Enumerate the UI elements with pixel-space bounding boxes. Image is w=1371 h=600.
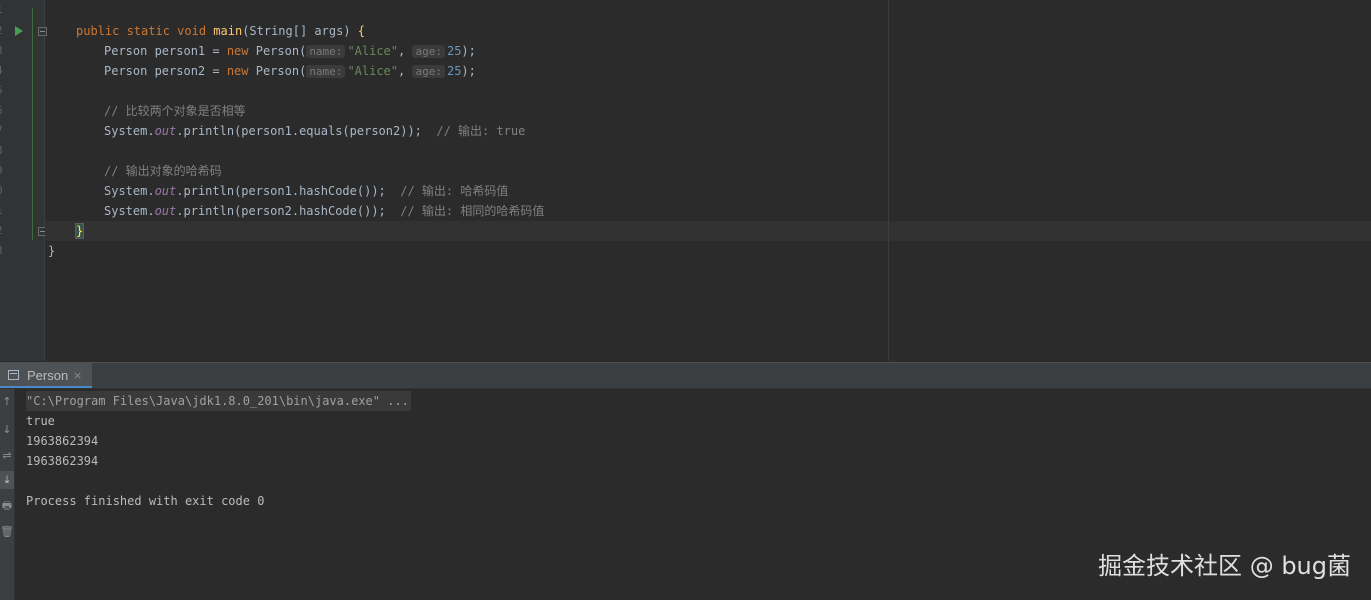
code-text: .println(person1.hashCode()); [176, 184, 401, 198]
keyword: new [226, 44, 256, 58]
number-literal: 25 [446, 44, 462, 58]
current-line-highlight [45, 221, 1371, 241]
comment: // 输出对象的哈希码 [104, 164, 222, 178]
code-editor[interactable]: 1 2 3 4 5 6 7 8 9 0 1 2 3 public static … [0, 0, 1371, 361]
comment: // 输出: 相同的哈希码值 [400, 204, 545, 218]
code-line-comment[interactable]: // 输出对象的哈希码 [104, 161, 222, 181]
code-text: Person( [255, 64, 307, 78]
console-output[interactable]: "C:\Program Files\Java\jdk1.8.0_201\bin\… [26, 391, 411, 511]
code-text: , [398, 44, 413, 58]
scroll-to-end-icon[interactable]: ⤓ [0, 471, 14, 489]
code-text: .println(person1.equals(person2)); [176, 124, 437, 138]
console-line: "C:\Program Files\Java\jdk1.8.0_201\bin\… [26, 391, 411, 411]
number-literal: 25 [446, 64, 462, 78]
code-text: , [398, 64, 413, 78]
param-hint: age: [412, 65, 445, 78]
line-number: 3 [0, 241, 10, 261]
code-line-person2[interactable]: Person person2 = new Person(name: "Alice"… [104, 61, 476, 81]
soft-wrap-icon[interactable]: ⇌ [0, 447, 14, 465]
line-number: 1 [0, 0, 10, 20]
fold-icon[interactable] [38, 27, 47, 36]
code-text: Person person1 = [104, 44, 227, 58]
string-literal: "Alice" [347, 44, 399, 58]
line-number: 1 [0, 201, 10, 221]
code-text: System. [104, 204, 155, 218]
console-line: Process finished with exit code 0 [26, 494, 265, 508]
param-hint: name: [306, 45, 346, 58]
code-text: (String[] args) [242, 24, 358, 38]
code-text: System. [104, 184, 155, 198]
right-margin-guide [888, 0, 889, 361]
trash-icon[interactable]: 🗑 [0, 523, 14, 541]
code-line-main[interactable]: public static void main(String[] args) { [76, 21, 365, 41]
line-number: 0 [0, 181, 10, 201]
watermark: 掘金技术社区 @ bug菌 [1098, 552, 1351, 580]
console-line: true [26, 414, 55, 428]
console-line: 1963862394 [26, 454, 99, 468]
up-arrow-icon[interactable]: ↑ [0, 393, 14, 411]
keyword: public static void [76, 24, 214, 38]
run-tab-label: Person [27, 368, 69, 383]
line-number: 9 [0, 161, 10, 181]
code-text: ); [461, 44, 476, 58]
print-icon[interactable]: 🖶 [0, 497, 14, 515]
code-text: Person( [255, 44, 307, 58]
change-marker [32, 8, 33, 240]
code-line-equals[interactable]: System.out.println(person1.equals(person… [104, 121, 525, 141]
comment: // 比较两个对象是否相等 [104, 104, 246, 118]
editor-gutter: 1 2 3 4 5 6 7 8 9 0 1 2 3 [0, 0, 47, 361]
run-gutter-icon[interactable] [15, 26, 23, 36]
code-line-close-method[interactable]: } [74, 221, 85, 241]
run-tab[interactable]: Person × [0, 363, 92, 388]
brace: } [48, 244, 56, 258]
code-line-hashcode1[interactable]: System.out.println(person1.hashCode()); … [104, 181, 508, 201]
line-number: 2 [0, 21, 10, 41]
method-name: main [213, 24, 243, 38]
line-number: 3 [0, 41, 10, 61]
code-text: Person person2 = [104, 64, 227, 78]
code-text: ); [461, 64, 476, 78]
close-icon[interactable]: × [73, 363, 82, 388]
code-text: .println(person2.hashCode()); [176, 204, 401, 218]
param-hint: name: [306, 65, 346, 78]
static-field: out [154, 184, 177, 198]
line-number: 7 [0, 121, 10, 141]
code-line-comment[interactable]: // 比较两个对象是否相等 [104, 101, 246, 121]
string-literal: "Alice" [347, 64, 399, 78]
console-icon [8, 370, 19, 380]
param-hint: age: [412, 45, 445, 58]
static-field: out [154, 124, 177, 138]
code-line-person1[interactable]: Person person1 = new Person(name: "Alice"… [104, 41, 476, 61]
code-line-hashcode2[interactable]: System.out.println(person2.hashCode()); … [104, 201, 544, 221]
brace: { [357, 24, 366, 38]
code-line-close-class[interactable]: } [48, 241, 55, 261]
brace: } [74, 223, 85, 239]
line-number: 2 [0, 221, 10, 241]
code-text: System. [104, 124, 155, 138]
comment: // 输出: true [436, 124, 526, 138]
static-field: out [154, 204, 177, 218]
comment: // 输出: 哈希码值 [400, 184, 509, 198]
line-number: 5 [0, 81, 10, 101]
run-tab-bar: Person × [0, 363, 1371, 389]
line-number: 6 [0, 101, 10, 121]
run-toolbar: ↑ ↓ ⇌ ⤓ 🖶 🗑 [0, 389, 15, 600]
java-command: "C:\Program Files\Java\jdk1.8.0_201\bin\… [26, 391, 411, 411]
line-number: 8 [0, 141, 10, 161]
line-number: 4 [0, 61, 10, 81]
console-line: 1963862394 [26, 434, 99, 448]
down-arrow-icon[interactable]: ↓ [0, 421, 14, 439]
keyword: new [226, 64, 256, 78]
